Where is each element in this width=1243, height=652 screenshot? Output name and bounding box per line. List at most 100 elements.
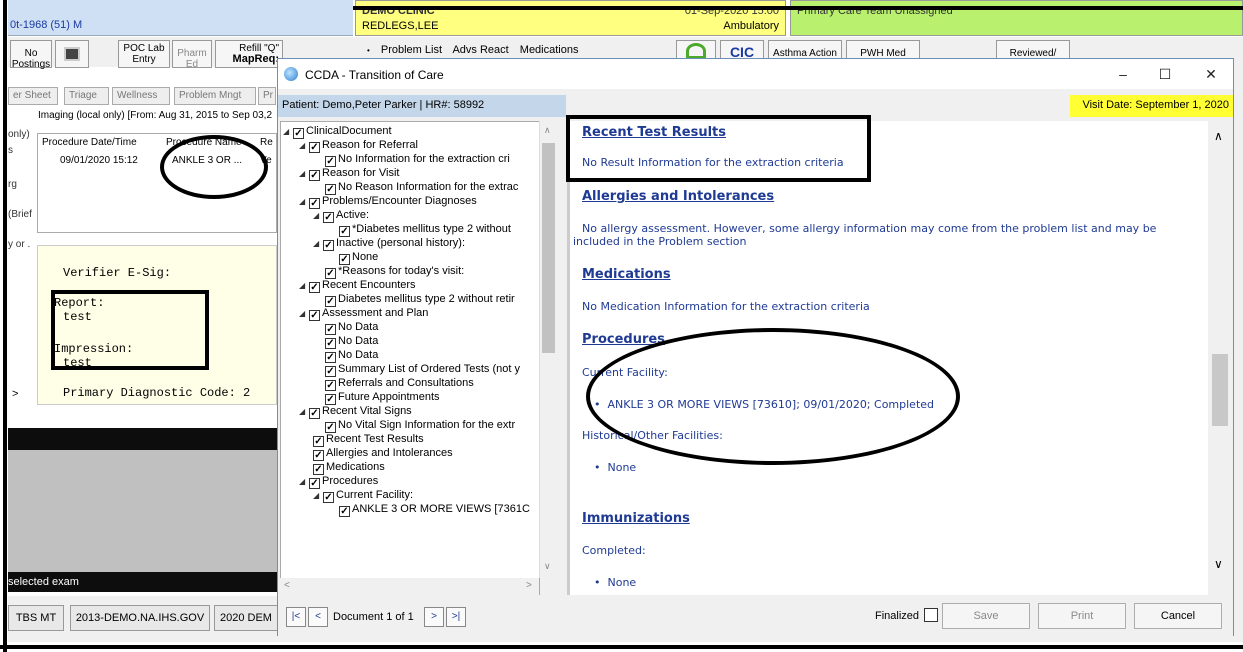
tree-item[interactable]: ◢ ✓ Recent Encounters (299, 279, 416, 293)
chevron-down-icon[interactable]: ∨ (1214, 557, 1223, 571)
prev-page-button[interactable]: < (308, 607, 328, 627)
tree-item[interactable]: ✓ Summary List of Ordered Tests (not y (325, 363, 520, 377)
section-heading[interactable]: Allergies and Intolerances (582, 189, 774, 204)
section-heading[interactable]: Medications (582, 267, 671, 282)
tree-item[interactable]: ◢ ✓ Reason for Visit (299, 167, 399, 181)
tree-item[interactable]: ◢ ✓ Assessment and Plan (299, 307, 428, 321)
checkbox[interactable]: ✓ (325, 338, 336, 349)
dialog-titlebar[interactable]: CCDA - Transition of Care – ☐ ✕ (278, 59, 1233, 89)
chevron-right-icon[interactable]: > (12, 388, 18, 400)
collapse-icon[interactable]: ◢ (299, 167, 309, 180)
notes-icon-button[interactable] (55, 40, 89, 68)
tree-item[interactable]: ✓ Allergies and Intolerances (313, 447, 453, 461)
minimize-icon[interactable]: – (1108, 63, 1138, 85)
tree-item[interactable]: ✓ None (339, 251, 378, 265)
column-header[interactable]: Procedure Date/Time (42, 137, 137, 148)
tree-item[interactable]: ✓ Recent Test Results (313, 433, 424, 447)
checkbox[interactable]: ✓ (323, 212, 334, 223)
tree-item[interactable]: ✓ No Data (325, 335, 378, 349)
maximize-icon[interactable]: ☐ (1150, 63, 1180, 85)
tree-item[interactable]: ◢ ✓ Active: (313, 209, 369, 223)
tree-horizontal-scrollbar[interactable]: < > (280, 578, 539, 595)
checkbox[interactable]: ✓ (323, 492, 334, 503)
tree-vertical-scrollbar[interactable]: ∧ ∨ (539, 121, 556, 578)
checkbox[interactable]: ✓ (325, 296, 336, 307)
next-page-button[interactable]: > (424, 607, 444, 627)
checkbox[interactable]: ✓ (313, 436, 324, 447)
tab-problem-mngt[interactable]: Problem Mngt (174, 87, 256, 105)
collapse-icon[interactable]: ◢ (313, 209, 323, 222)
collapse-icon[interactable]: ◢ (299, 139, 309, 152)
tree-item[interactable]: ◢ ✓ Recent Vital Signs (299, 405, 412, 419)
checkbox[interactable]: ✓ (309, 310, 320, 321)
scroll-thumb[interactable] (1212, 354, 1228, 426)
checkbox[interactable]: ✓ (325, 394, 336, 405)
tree-item[interactable]: ◢ ✓ ClinicalDocument (283, 125, 392, 139)
checkbox[interactable]: ✓ (325, 380, 336, 391)
save-button[interactable]: Save (942, 603, 1030, 629)
document-tree[interactable]: ◢ ✓ ClinicalDocument ◢ ✓ Reason for Referral… (280, 121, 540, 595)
poc-lab-entry-button[interactable]: POC Lab Entry (118, 40, 170, 68)
taskbar-item[interactable]: 2013-DEMO.NA.IHS.GOV (70, 605, 210, 631)
checkbox[interactable]: ✓ (313, 464, 324, 475)
tree-item[interactable]: ✓ No Reason Information for the extrac (325, 181, 518, 195)
scroll-thumb[interactable] (542, 143, 555, 353)
tree-item[interactable]: ✓ *Reasons for today's visit: (325, 265, 464, 279)
tree-item[interactable]: ✓ *Diabetes mellitus type 2 without (339, 223, 511, 237)
tab-problem-list[interactable]: Problem List (381, 44, 442, 56)
collapse-icon[interactable]: ◢ (299, 475, 309, 488)
checkbox[interactable]: ✓ (309, 408, 320, 419)
taskbar-item[interactable]: TBS MT (8, 605, 64, 631)
checkbox[interactable]: ✓ (323, 240, 334, 251)
checkbox[interactable]: ✓ (339, 226, 350, 237)
tree-item[interactable]: ✓ Medications (313, 461, 385, 475)
checkbox[interactable]: ✓ (309, 198, 320, 209)
tree-item[interactable]: ✓ No Data (325, 349, 378, 363)
tab-procedures[interactable]: Pr (258, 87, 276, 105)
tab-triage[interactable]: Triage (64, 87, 109, 105)
print-button[interactable]: Print (1038, 603, 1126, 629)
checkbox[interactable]: ✓ (309, 142, 320, 153)
collapse-icon[interactable]: ◢ (299, 307, 309, 320)
first-page-button[interactable]: |< (286, 607, 306, 627)
tab-advs-react[interactable]: Advs React (452, 44, 508, 56)
cancel-button[interactable]: Cancel (1134, 603, 1222, 629)
tree-item[interactable]: ✓ Referrals and Consultations (325, 377, 474, 391)
collapse-icon[interactable]: ◢ (313, 489, 323, 502)
collapse-icon[interactable]: ◢ (299, 195, 309, 208)
tree-item[interactable]: ◢ ✓ Reason for Referral (299, 139, 418, 153)
checkbox[interactable]: ✓ (325, 268, 336, 279)
checkbox[interactable]: ✓ (325, 156, 336, 167)
collapse-icon[interactable]: ◢ (313, 237, 323, 250)
pharm-ed-button[interactable]: Pharm Ed (172, 40, 212, 70)
checkbox[interactable]: ✓ (309, 170, 320, 181)
tree-item[interactable]: ✓ Future Appointments (325, 391, 440, 405)
chevron-down-icon[interactable]: ∨ (544, 561, 551, 572)
finalized-checkbox[interactable] (924, 608, 938, 622)
checkbox[interactable]: ✓ (325, 324, 336, 335)
checkbox[interactable]: ✓ (325, 352, 336, 363)
tree-item[interactable]: ✓ ANKLE 3 OR MORE VIEWS [7361C (339, 503, 530, 517)
column-header[interactable]: Re (260, 137, 273, 148)
no-postings-button[interactable]: No Postings (10, 40, 52, 70)
taskbar-item[interactable]: 2020 DEM (214, 605, 278, 631)
checkbox[interactable]: ✓ (309, 478, 320, 489)
checkbox[interactable]: ✓ (339, 506, 350, 517)
checkbox[interactable]: ✓ (313, 450, 324, 461)
tree-item[interactable]: ◢ ✓ Inactive (personal history): (313, 237, 465, 251)
section-heading[interactable]: Immunizations (582, 511, 690, 526)
tree-item[interactable]: ◢ ✓ Procedures (299, 475, 378, 489)
checkbox[interactable]: ✓ (325, 366, 336, 377)
close-icon[interactable]: ✕ (1196, 63, 1226, 85)
collapse-icon[interactable]: ◢ (283, 125, 293, 138)
checkbox[interactable]: ✓ (309, 282, 320, 293)
checkbox[interactable]: ✓ (339, 254, 350, 265)
chevron-up-icon[interactable]: ∧ (544, 125, 551, 136)
tree-item[interactable]: ✓ No Vital Sign Information for the extr (325, 419, 515, 433)
tab-medications[interactable]: Medications (520, 44, 579, 56)
last-page-button[interactable]: >| (446, 607, 466, 627)
checkbox[interactable]: ✓ (293, 128, 304, 139)
tree-item[interactable]: ✓ No Information for the extraction cri (325, 153, 510, 167)
tab-wellness[interactable]: Wellness (112, 87, 170, 105)
chevron-right-icon[interactable]: > (526, 580, 532, 591)
